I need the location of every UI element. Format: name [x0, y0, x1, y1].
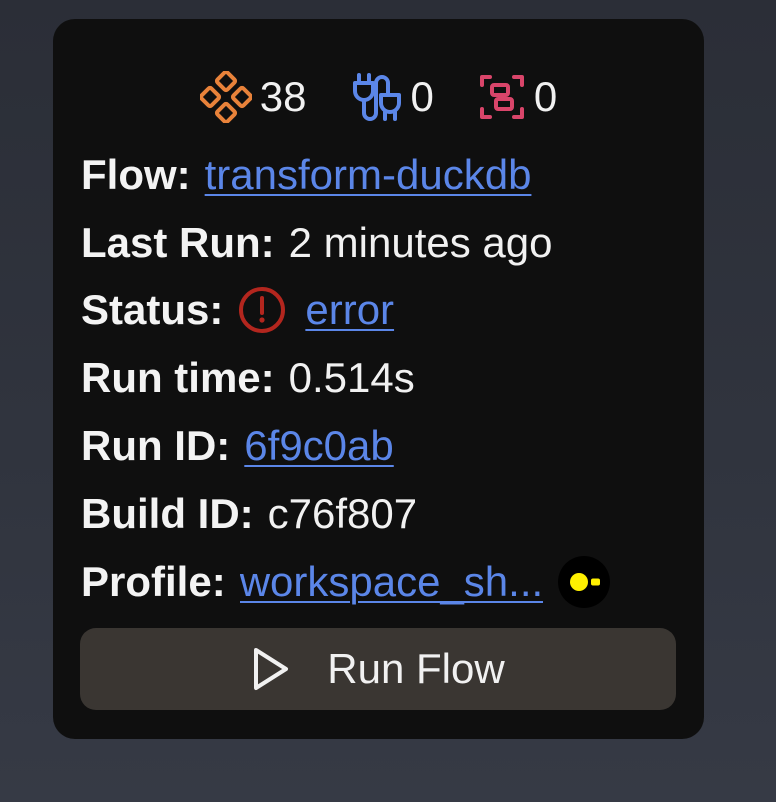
status-label: Status: — [81, 286, 224, 334]
flow-summary-card: 38 0 0 Flow: transform-duckdb Last Run: … — [53, 19, 704, 739]
build-id-value: c76f807 — [267, 489, 418, 537]
run-id-link[interactable]: 6f9c0ab — [244, 422, 393, 470]
models-count: 38 — [259, 73, 307, 120]
plug-icon — [351, 71, 403, 123]
build-id-label: Build ID: — [81, 489, 254, 537]
sources-count: 0 — [410, 73, 434, 120]
play-icon — [251, 646, 291, 692]
run-id-row: Run ID: 6f9c0ab — [81, 412, 681, 480]
flow-label: Flow: — [81, 150, 191, 198]
flow-link[interactable]: transform-duckdb — [205, 151, 532, 199]
status-link[interactable]: error — [305, 286, 394, 334]
brackets-icon — [478, 73, 526, 121]
run-flow-button[interactable]: Run Flow — [80, 628, 676, 710]
last-run-label: Last Run: — [81, 218, 275, 266]
flow-details: Flow: transform-duckdb Last Run: 2 minut… — [81, 141, 681, 616]
resource-counters: 38 0 0 — [53, 71, 704, 123]
status-row: Status: error — [81, 277, 681, 345]
model-nodes-icon — [199, 71, 252, 123]
tests-counter: 0 — [478, 73, 557, 121]
tests-count: 0 — [533, 73, 558, 120]
run-flow-label: Run Flow — [327, 645, 505, 692]
profile-link[interactable]: workspace_sh... — [240, 558, 543, 606]
duckdb-icon — [557, 555, 611, 609]
last-run-value: 2 minutes ago — [288, 218, 553, 266]
run-time-value: 0.514s — [288, 354, 415, 402]
profile-row: Profile: workspace_sh... — [81, 548, 681, 616]
flow-row: Flow: transform-duckdb — [81, 141, 681, 209]
models-counter: 38 — [199, 71, 307, 123]
last-run-row: Last Run: 2 minutes ago — [81, 209, 681, 277]
alert-circle-icon — [237, 285, 287, 335]
run-time-label: Run time: — [81, 354, 275, 402]
build-id-row: Build ID: c76f807 — [81, 480, 681, 548]
sources-counter: 0 — [351, 71, 434, 123]
run-time-row: Run time: 0.514s — [81, 344, 681, 412]
run-id-label: Run ID: — [81, 422, 231, 470]
profile-label: Profile: — [81, 557, 226, 605]
